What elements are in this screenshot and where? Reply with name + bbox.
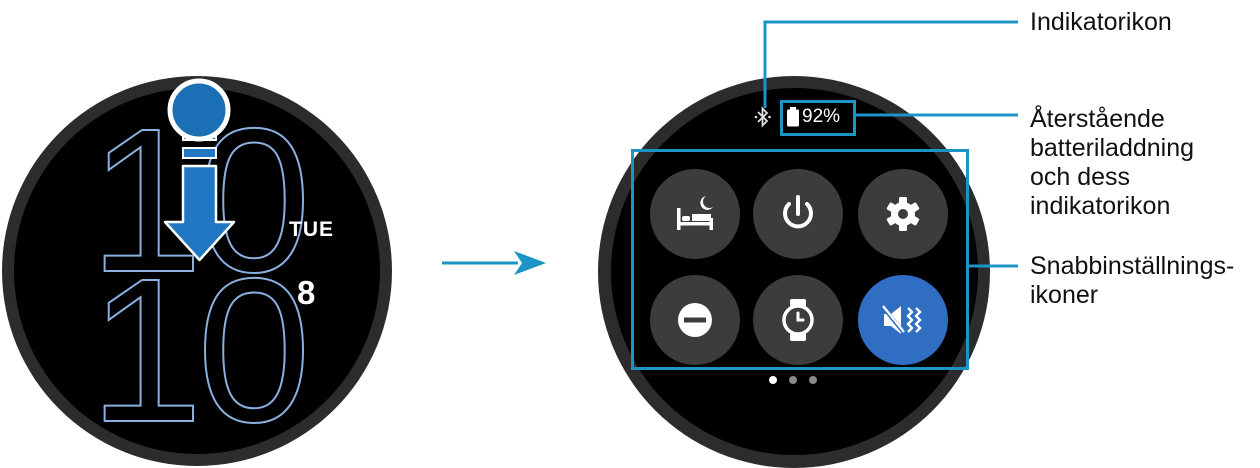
indicator-callout-line bbox=[763, 20, 1018, 108]
indicator-callout-label: Indikatorikon bbox=[1030, 8, 1172, 36]
quick-settings-callout-label: Snabbinställnings- ikoner bbox=[1030, 252, 1235, 309]
battery-callout-label: Återstående batteriladdning och dess ind… bbox=[1030, 105, 1195, 220]
